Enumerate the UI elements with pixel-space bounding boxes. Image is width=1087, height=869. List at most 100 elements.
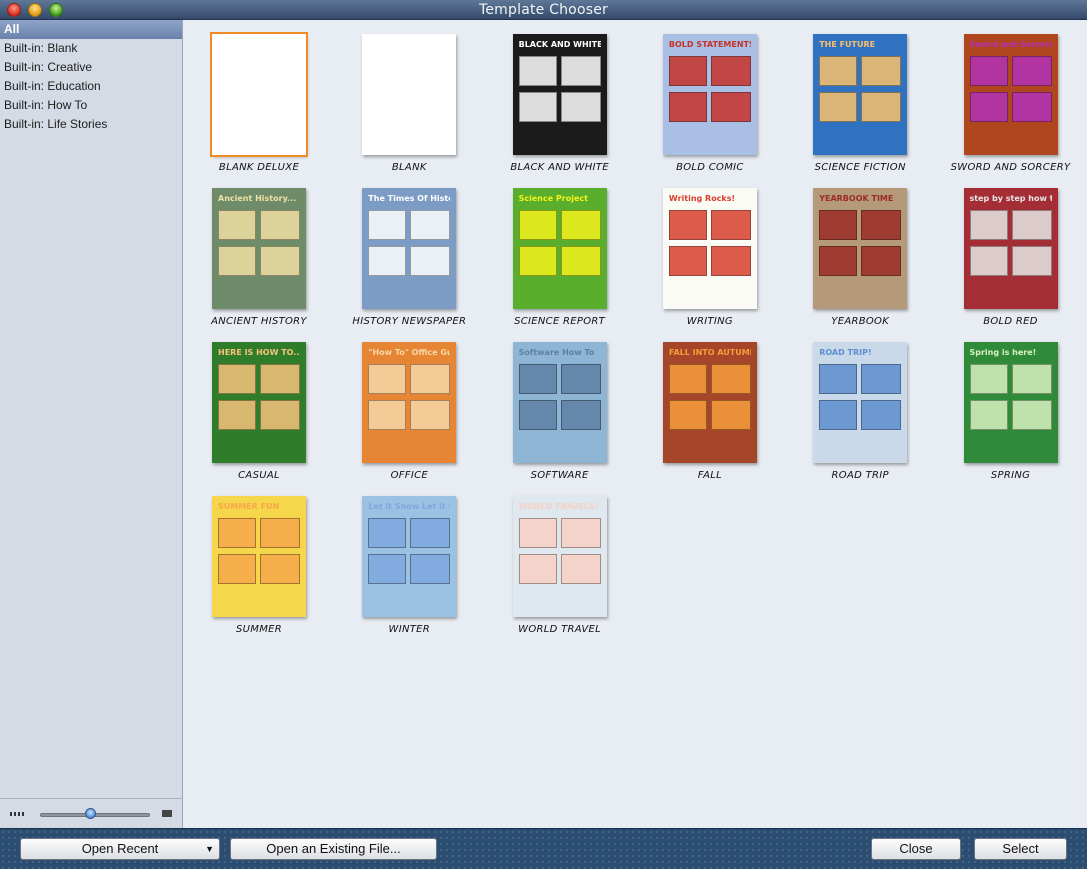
template-photo-placeholder: [1011, 400, 1052, 430]
template-tile[interactable]: ROAD TRIP! ROAD TRIP: [785, 328, 935, 482]
template-thumbnail[interactable]: BOLD STATEMENTS: [662, 34, 757, 155]
template-photo-placeholder: [710, 210, 751, 240]
template-photo-placeholder: [518, 56, 557, 86]
template-tile[interactable]: "How To" Office Guide OFFICE: [334, 328, 484, 482]
template-photo-placeholder: [518, 246, 557, 276]
template-heading: Software How To: [518, 348, 595, 357]
template-tile[interactable]: HERE IS HOW TO... CASUAL: [184, 328, 334, 482]
template-photo-placeholder: [368, 364, 407, 394]
template-thumbnail[interactable]: HERE IS HOW TO...: [212, 342, 306, 463]
sidebar-item[interactable]: Built-in: How To: [0, 96, 182, 115]
template-thumbnail[interactable]: [362, 34, 457, 155]
template-tile[interactable]: BLACK AND WHITE BLACK AND WHITE: [485, 20, 635, 174]
template-tile[interactable]: YEARBOOK TIME YEARBOOK: [785, 174, 935, 328]
template-photo-placeholder: [969, 56, 1008, 86]
template-tile[interactable]: BLANK DELUXE: [184, 20, 334, 174]
template-tile[interactable]: Let it Snow Let it Snow! WINTER: [334, 482, 484, 636]
template-thumbnail[interactable]: Spring is here!: [963, 342, 1058, 463]
sidebar-item[interactable]: Built-in: Blank: [0, 39, 182, 58]
sidebar-item[interactable]: Built-in: Creative: [0, 58, 182, 77]
template-photo-placeholder: [861, 92, 902, 122]
template-thumbnail[interactable]: Science Project: [512, 188, 607, 309]
template-tile[interactable]: FALL INTO AUTUMN... FALL: [635, 328, 785, 482]
template-name: BLANK: [391, 162, 427, 173]
title-bar: Template Chooser: [0, 0, 1087, 20]
template-name: SOFTWARE: [530, 470, 589, 481]
template-thumbnail[interactable]: Software How To: [512, 342, 607, 463]
template-photo-placeholder: [260, 518, 300, 548]
template-photo-placeholder: [410, 400, 451, 430]
sidebar-item[interactable]: Built-in: Education: [0, 77, 182, 96]
close-button[interactable]: Close: [871, 838, 961, 860]
window-title: Template Chooser: [479, 2, 608, 18]
sidebar-item[interactable]: Built-in: Life Stories: [0, 115, 182, 134]
template-name: BLACK AND WHITE: [510, 162, 609, 173]
template-heading: step by step how to...: [969, 194, 1052, 203]
template-photo-placeholder: [218, 400, 256, 430]
template-thumbnail[interactable]: Writing Rocks!: [662, 188, 757, 309]
template-photo-placeholder: [218, 554, 256, 584]
template-photo-placeholder: [560, 554, 601, 584]
template-name: BLANK DELUXE: [218, 162, 300, 173]
template-thumbnail[interactable]: "How To" Office Guide: [362, 342, 457, 463]
open-recent-button[interactable]: Open Recent ▼: [20, 838, 220, 860]
template-thumbnail[interactable]: SUMMER FUN: [212, 496, 306, 617]
template-thumbnail[interactable]: [210, 32, 308, 157]
template-photo-placeholder: [861, 246, 902, 276]
template-tile[interactable]: Writing Rocks! WRITING: [635, 174, 785, 328]
small-thumbnails-icon[interactable]: [10, 812, 24, 816]
template-thumbnail[interactable]: Ancient History...: [212, 188, 306, 309]
template-photo-placeholder: [368, 246, 407, 276]
template-photo-placeholder: [218, 518, 256, 548]
open-existing-file-button[interactable]: Open an Existing File...: [230, 838, 437, 860]
template-photo-placeholder: [710, 246, 751, 276]
template-name: SCIENCE REPORT: [514, 316, 606, 327]
template-tile[interactable]: SUMMER FUN SUMMER: [184, 482, 334, 636]
template-tile[interactable]: BOLD STATEMENTS BOLD COMIC: [635, 20, 785, 174]
template-thumbnail[interactable]: The Times Of History: [362, 188, 457, 309]
template-name: SPRING: [990, 470, 1031, 481]
template-tile[interactable]: THE FUTURE SCIENCE FICTION: [785, 20, 935, 174]
category-sidebar: All Built-in: Blank Built-in: Creative Buil…: [0, 20, 183, 828]
template-photo-placeholder: [560, 92, 601, 122]
template-name: BOLD COMIC: [676, 162, 744, 173]
template-tile[interactable]: The Times Of History HISTORY NEWSPAPER: [334, 174, 484, 328]
template-thumbnail[interactable]: Sword and Sorcery: [963, 34, 1058, 155]
template-photo-placeholder: [1011, 364, 1052, 394]
large-thumbnails-icon[interactable]: [162, 810, 172, 817]
template-tile[interactable]: Ancient History... ANCIENT HISTORY: [184, 174, 334, 328]
template-tile[interactable]: step by step how to... BOLD RED: [936, 174, 1086, 328]
template-heading: Science Project: [518, 194, 588, 203]
template-tile[interactable]: BLANK: [334, 20, 484, 174]
template-photo-placeholder: [668, 56, 707, 86]
template-photo-placeholder: [1011, 210, 1052, 240]
template-heading: FALL INTO AUTUMN...: [668, 348, 751, 357]
template-tile[interactable]: Sword and Sorcery SWORD AND SORCERY: [936, 20, 1086, 174]
template-photo-placeholder: [969, 246, 1008, 276]
template-tile[interactable]: Science Project SCIENCE REPORT: [485, 174, 635, 328]
template-thumbnail[interactable]: ROAD TRIP!: [813, 342, 908, 463]
template-thumbnail[interactable]: BLACK AND WHITE: [512, 34, 607, 155]
template-photo-placeholder: [260, 210, 300, 240]
template-tile[interactable]: Software How To SOFTWARE: [485, 328, 635, 482]
template-photo-placeholder: [668, 400, 707, 430]
template-thumbnail[interactable]: THE FUTURE: [813, 34, 908, 155]
template-heading: BLACK AND WHITE: [518, 40, 601, 49]
sidebar-item[interactable]: All: [0, 20, 182, 39]
template-tile[interactable]: WORLD TRAVELS! WORLD TRAVEL: [485, 482, 635, 636]
template-thumbnail[interactable]: WORLD TRAVELS!: [512, 496, 607, 617]
template-thumbnail[interactable]: YEARBOOK TIME: [813, 188, 908, 309]
template-thumbnail[interactable]: Let it Snow Let it Snow!: [362, 496, 457, 617]
select-button[interactable]: Select: [974, 838, 1067, 860]
template-photo-placeholder: [819, 56, 858, 86]
template-photo-placeholder: [560, 518, 601, 548]
template-tile[interactable]: Spring is here! SPRING: [936, 328, 1086, 482]
template-photo-placeholder: [560, 210, 601, 240]
template-thumbnail[interactable]: step by step how to...: [963, 188, 1058, 309]
template-heading: ROAD TRIP!: [819, 348, 872, 357]
slider-thumb[interactable]: [84, 808, 96, 819]
template-photo-placeholder: [518, 210, 557, 240]
template-grid: BLANK DELUXE BLANK BLACK AND WHITE BLACK AN…: [184, 20, 1087, 828]
template-photo-placeholder: [518, 92, 557, 122]
template-thumbnail[interactable]: FALL INTO AUTUMN...: [662, 342, 757, 463]
